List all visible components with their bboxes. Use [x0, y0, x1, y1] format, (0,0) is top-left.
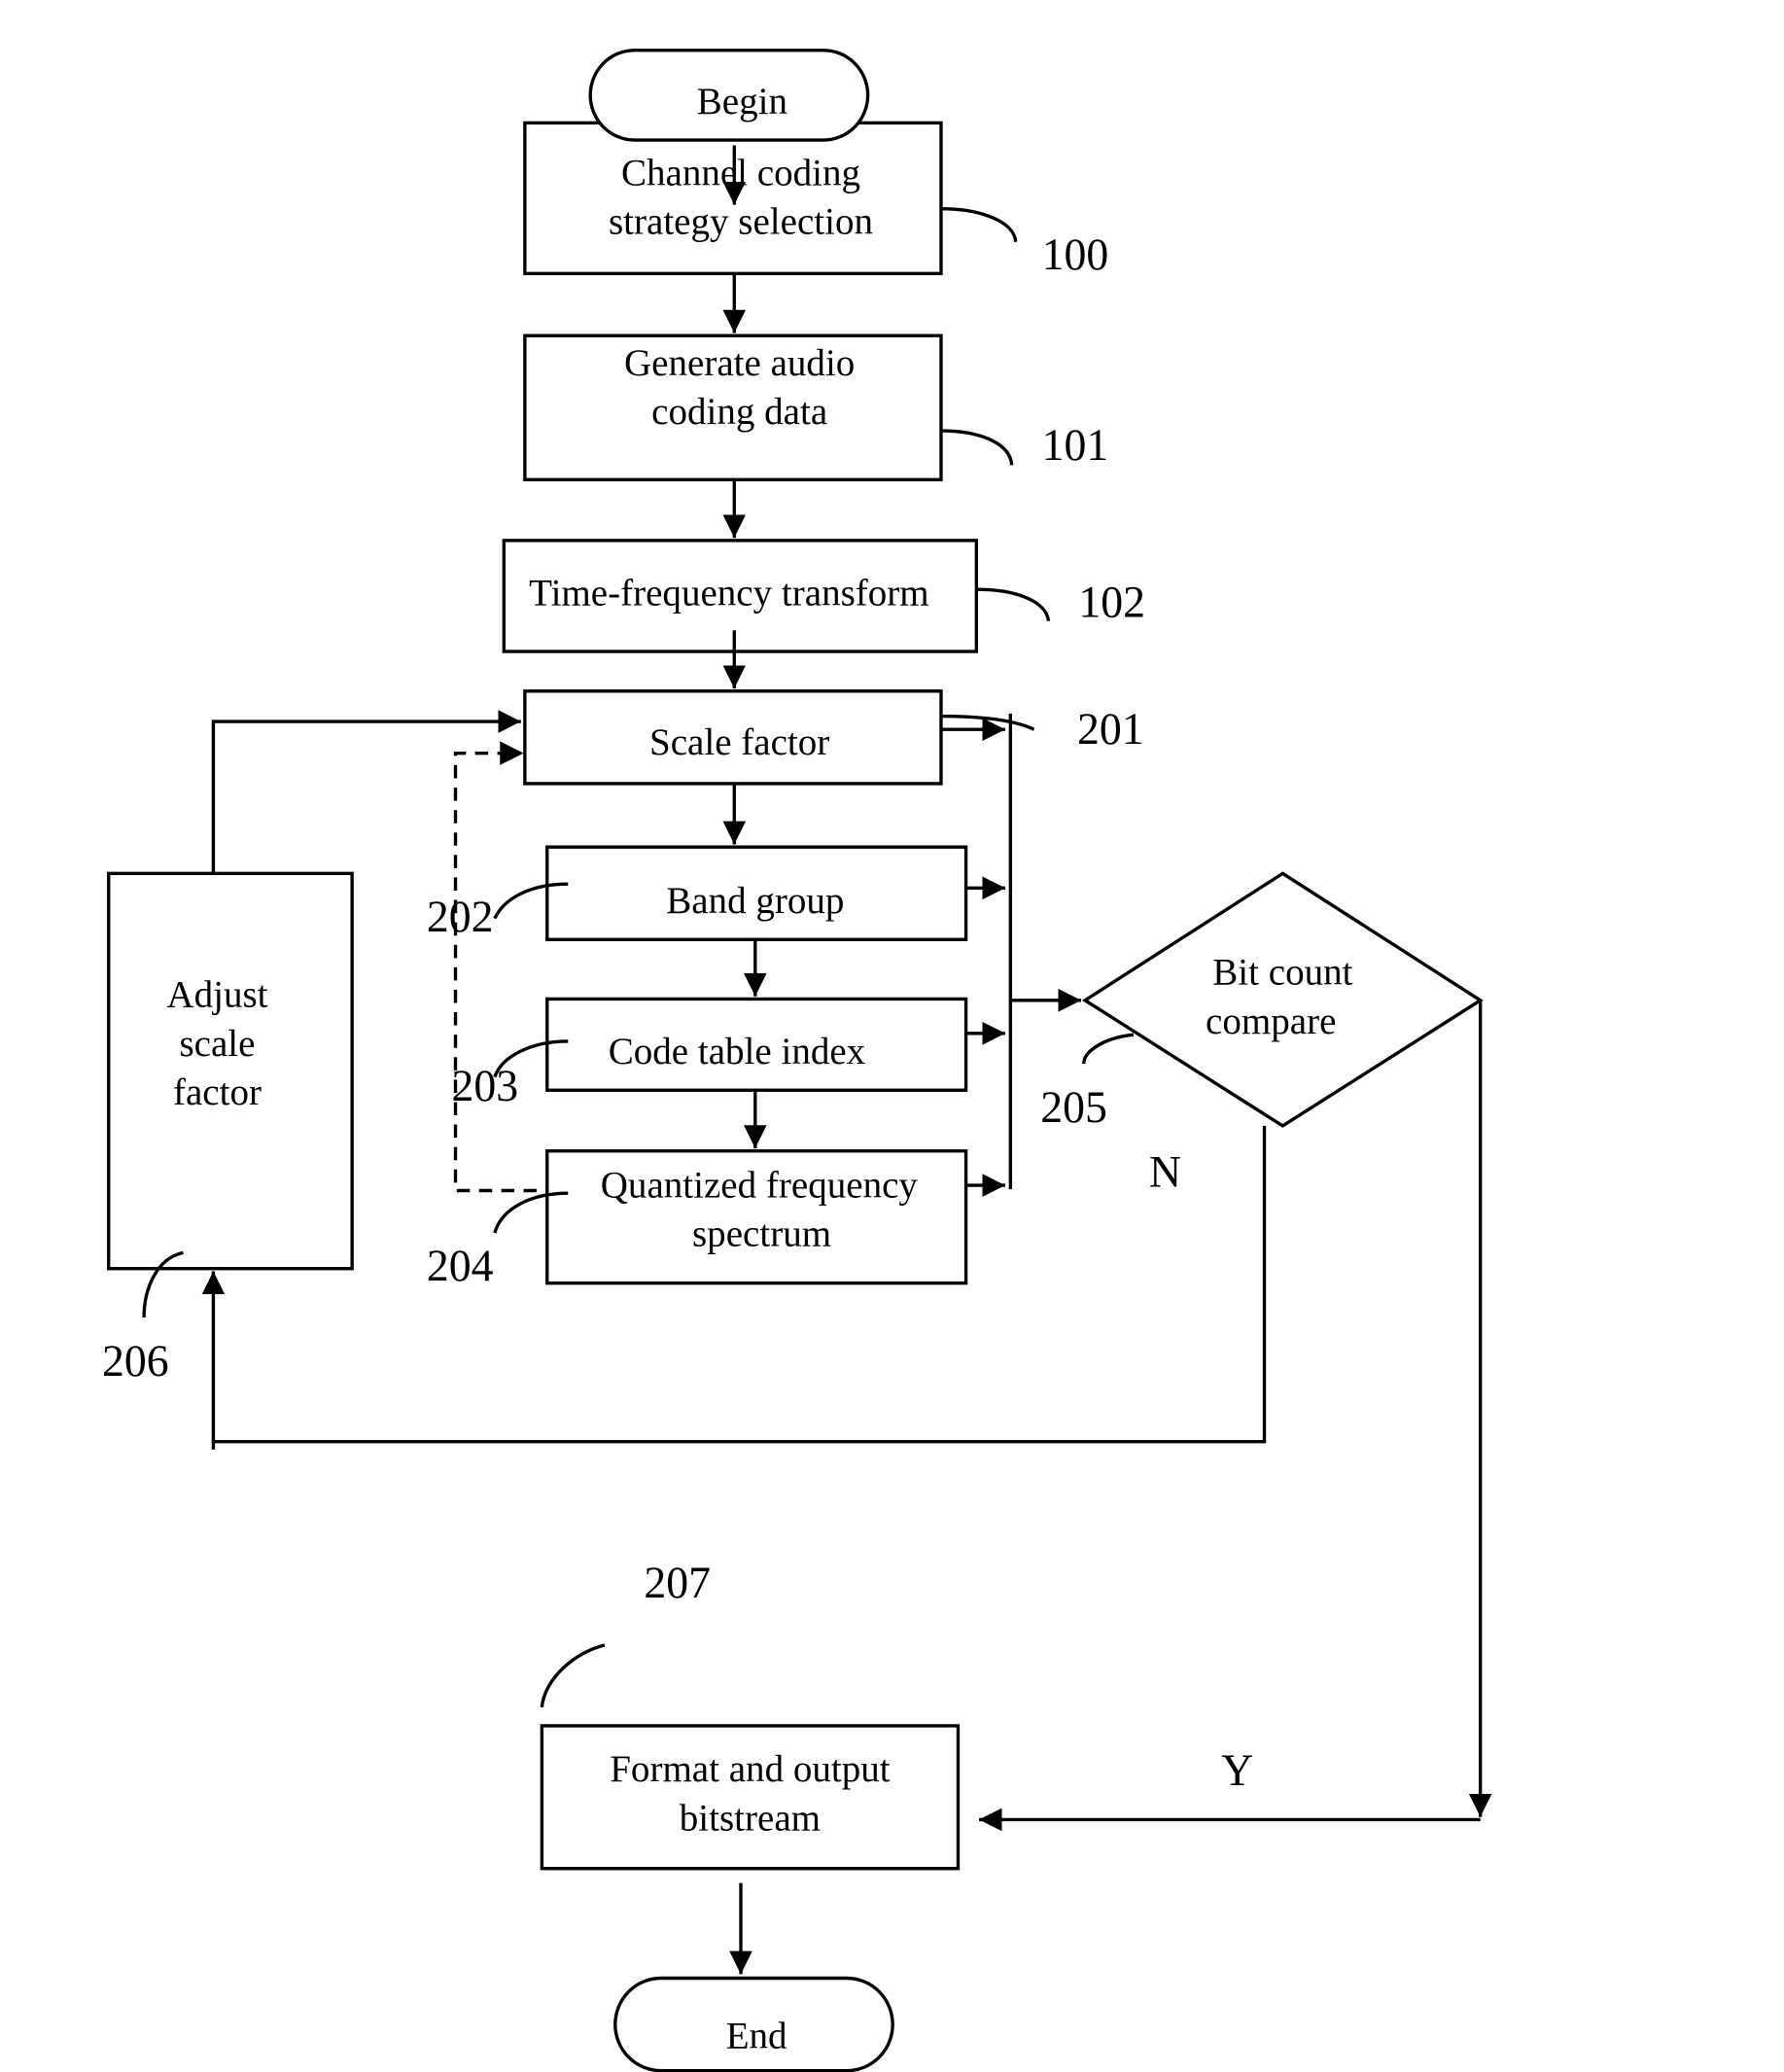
- node-format-output-line2: bitstream: [680, 1797, 821, 1839]
- leader-102: [976, 587, 1051, 622]
- ref-203: 203: [451, 1061, 518, 1110]
- node-generate-audio-line2: coding data: [651, 391, 827, 433]
- arrow-206-to-201: [211, 710, 521, 874]
- node-generate-audio: Generate audio coding data: [523, 334, 943, 482]
- leader-201: [940, 714, 1035, 731]
- node-quantized-spectrum: Quantized frequency spectrum: [545, 1149, 968, 1285]
- node-adjust-line1: Adjust: [166, 973, 267, 1015]
- node-band-group: Band group: [545, 845, 968, 941]
- node-time-frequency: Time-frequency transform: [502, 539, 979, 653]
- node-bit-count-compare: Bit count compare: [1081, 871, 1484, 1128]
- node-scale-factor: Scale factor: [523, 689, 943, 786]
- node-generate-audio-line1: Generate audio: [624, 342, 855, 384]
- ref-204: 204: [427, 1241, 494, 1290]
- node-time-frequency-label: Time-frequency transform: [529, 572, 929, 614]
- node-channel-coding-line1: Channel coding: [621, 152, 860, 193]
- node-channel-coding-line2: strategy selection: [609, 200, 873, 242]
- node-band-group-label: Band group: [666, 880, 844, 922]
- ref-201: 201: [1077, 704, 1144, 754]
- node-bit-count-compare-line1: Bit count: [1212, 951, 1352, 993]
- node-format-output: Format and output bitstream: [540, 1724, 961, 1871]
- node-scale-factor-label: Scale factor: [649, 721, 829, 763]
- ref-207: 207: [644, 1558, 711, 1607]
- node-format-output-line1: Format and output: [610, 1748, 890, 1790]
- branch-label-no: N: [1149, 1146, 1181, 1196]
- ref-205: 205: [1040, 1082, 1107, 1132]
- ref-202: 202: [427, 892, 494, 941]
- leader-207: [540, 1643, 606, 1708]
- leader-100: [940, 207, 1018, 243]
- ref-101: 101: [1042, 420, 1109, 470]
- ref-102: 102: [1078, 577, 1145, 626]
- leader-205: [1082, 1033, 1135, 1065]
- node-adjust-line2: scale: [179, 1023, 255, 1065]
- terminator-end: End: [613, 1976, 894, 2072]
- node-code-table-index: Code table index: [545, 997, 968, 1092]
- ref-100: 100: [1042, 229, 1109, 279]
- node-adjust-line3: factor: [173, 1071, 262, 1113]
- end-label: End: [726, 2015, 787, 2056]
- dashed-feedback-204-to-201: [453, 751, 537, 1193]
- flowchart: Channel coding strategy selection Begin …: [102, 48, 1492, 2072]
- node-bit-count-compare-line2: compare: [1206, 1001, 1336, 1042]
- dashed-arrowhead: [500, 741, 524, 765]
- terminator-begin: Begin: [588, 48, 870, 142]
- branch-label-yes: Y: [1221, 1745, 1253, 1795]
- ref-206: 206: [102, 1336, 169, 1386]
- node-quantized-spectrum-line2: spectrum: [692, 1212, 831, 1254]
- node-code-table-index-label: Code table index: [609, 1031, 866, 1072]
- leader-101: [940, 429, 1014, 466]
- node-adjust-scale-factor: Adjust scale factor: [107, 871, 354, 1271]
- node-quantized-spectrum-line1: Quantized frequency: [601, 1164, 919, 1206]
- begin-label: Begin: [697, 81, 788, 123]
